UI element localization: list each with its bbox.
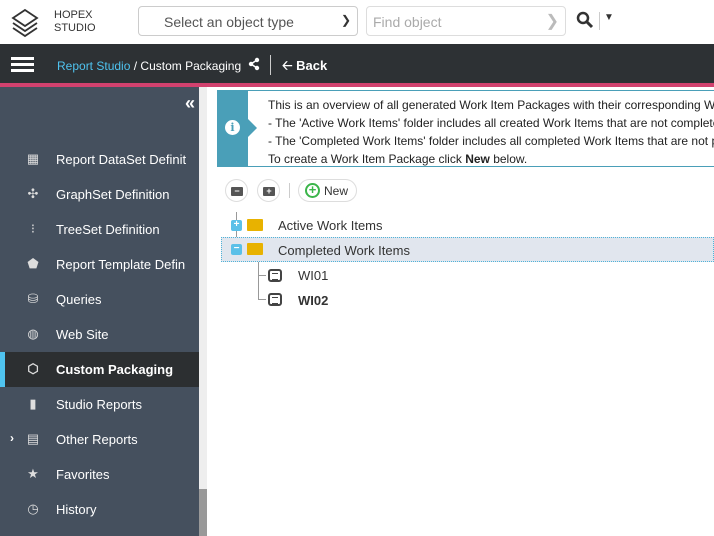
history-icon: ◷ <box>27 501 39 516</box>
grid-gear-icon: ▦ <box>26 151 40 166</box>
object-type-select[interactable]: Select an object type ❯ <box>138 6 358 36</box>
divider <box>270 55 271 75</box>
brand-line1: HOPEX <box>54 9 93 21</box>
collapse-icon[interactable]: − <box>231 244 242 255</box>
query-icon: ⛁ <box>27 291 39 306</box>
sidebar-item-label: TreeSet Definition <box>56 222 160 237</box>
newspaper-icon: ▤ <box>26 431 40 446</box>
divider <box>599 12 600 30</box>
sidebar-item-label: History <box>56 502 97 517</box>
brand-line2: STUDIO <box>54 22 96 34</box>
new-label: New <box>324 184 349 198</box>
breadcrumb-report-studio[interactable]: Report Studio <box>57 59 130 73</box>
breadcrumb: Report Studio / Custom Packaging <box>57 59 241 73</box>
sidebar-item-label: Web Site <box>56 327 109 342</box>
work-item-icon <box>268 269 282 282</box>
sidebar-item-label: Queries <box>56 292 102 307</box>
folder-plus-icon: + <box>263 187 275 196</box>
tree-label: WI01 <box>298 268 329 283</box>
folder-minus-icon: − <box>231 187 243 196</box>
search-options-chevron-icon[interactable]: ▼ <box>604 12 614 23</box>
plus-circle-icon: + <box>305 183 320 198</box>
tree-folder-active-work-items[interactable]: + Active Work Items <box>221 213 714 238</box>
tree-folder-completed-work-items[interactable]: − Completed Work Items <box>221 237 714 262</box>
sidebar-item-label: Studio Reports <box>56 397 142 412</box>
sidebar-item-report-template-defin[interactable]: ⬟ Report Template Defin <box>0 247 199 282</box>
back-label: Back <box>296 58 328 73</box>
app-header: HOPEX STUDIO Select an object type ❯ Find … <box>0 0 714 44</box>
info-banner: i This is an overview of all generated W… <box>217 90 714 167</box>
info-text: To create a Work Item Package click <box>268 152 466 166</box>
brand: HOPEX STUDIO <box>54 9 96 35</box>
tree-icon: ⁝ <box>30 221 36 236</box>
breadcrumb-current: Custom Packaging <box>140 59 242 73</box>
chevron-right-icon[interactable]: ❯ <box>546 11 559 31</box>
collapse-all-button[interactable]: − <box>225 179 248 202</box>
share-icon[interactable] <box>248 57 260 71</box>
package-icon: ⬡ <box>27 361 39 376</box>
sidebar-item-label: GraphSet Definition <box>56 187 170 202</box>
chevron-down-icon: ❯ <box>340 13 351 27</box>
find-object-input[interactable]: Find object ❯ <box>366 6 566 36</box>
info-text-bold: New <box>465 152 490 166</box>
info-line: - The 'Completed Work Items' folder incl… <box>268 134 714 148</box>
sidebar-item-label: Report DataSet Definit <box>56 152 187 167</box>
tree-item-wi01[interactable]: WI01 <box>266 263 466 288</box>
info-line: This is an overview of all generated Wor… <box>268 98 714 112</box>
sidebar-item-web-site[interactable]: ◍ Web Site <box>0 317 199 352</box>
sidebar-item-report-dataset-definit[interactable]: ▦ Report DataSet Definit <box>0 142 199 177</box>
globe-icon: ◍ <box>27 326 39 341</box>
expand-all-button[interactable]: + <box>257 179 280 202</box>
navigation-bar: Report Studio / Custom Packaging 🡠 Back <box>0 44 714 84</box>
sidebar: « ▦ Report DataSet Definit ✣ GraphSet Defin… <box>0 87 199 536</box>
info-line: To create a Work Item Package click New … <box>268 150 714 166</box>
divider <box>289 183 290 198</box>
hopex-logo-icon <box>11 8 39 38</box>
arrow-left-icon: 🡠 <box>282 58 293 73</box>
collapse-sidebar-icon[interactable]: « <box>185 93 195 114</box>
tree-label: Completed Work Items <box>278 243 410 258</box>
back-button[interactable]: 🡠 Back <box>282 57 327 79</box>
sidebar-item-label: Report Template Defin <box>56 257 186 272</box>
tree-label: Active Work Items <box>278 218 383 233</box>
tree-item-wi02[interactable]: WI02 <box>266 288 466 313</box>
object-type-placeholder: Select an object type <box>164 14 294 30</box>
menu-icon[interactable] <box>11 57 34 75</box>
sidebar-item-history[interactable]: ◷ History <box>0 492 199 527</box>
sidebar-item-treeset-definition[interactable]: ⁝ TreeSet Definition <box>0 212 199 247</box>
document-icon: ▮ <box>29 396 37 411</box>
search-icon[interactable] <box>576 11 594 29</box>
chevron-right-icon[interactable]: › <box>10 431 14 445</box>
sidebar-item-other-reports[interactable]: › ▤ Other Reports <box>0 422 199 457</box>
sidebar-item-label: Favorites <box>56 467 110 482</box>
info-line: - The 'Active Work Items' folder include… <box>268 116 714 130</box>
sidebar-item-queries[interactable]: ⛁ Queries <box>0 282 199 317</box>
graph-icon: ✣ <box>27 186 39 201</box>
sidebar-item-custom-packaging[interactable]: ⬡ Custom Packaging <box>0 352 199 387</box>
work-item-icon <box>268 293 282 306</box>
star-icon: ★ <box>27 466 39 481</box>
expand-icon[interactable]: + <box>231 220 242 231</box>
pentagon-icon: ⬟ <box>27 256 39 271</box>
sidebar-item-studio-reports[interactable]: ▮ Studio Reports <box>0 387 199 422</box>
tree-label: WI02 <box>298 293 329 308</box>
find-placeholder: Find object <box>373 14 442 30</box>
new-button[interactable]: + New <box>298 179 357 202</box>
sidebar-item-label: Other Reports <box>56 432 138 447</box>
folder-open-icon <box>247 243 263 255</box>
sidebar-item-favorites[interactable]: ★ Favorites <box>0 457 199 492</box>
breadcrumb-separator: / <box>133 59 138 73</box>
sidebar-item-label: Custom Packaging <box>56 362 174 377</box>
info-text: below. <box>489 152 528 166</box>
sidebar-item-graphset-definition[interactable]: ✣ GraphSet Definition <box>0 177 199 212</box>
info-icon: i <box>225 120 240 135</box>
sidebar-scrollbar[interactable] <box>199 87 207 536</box>
folder-icon <box>247 219 263 231</box>
